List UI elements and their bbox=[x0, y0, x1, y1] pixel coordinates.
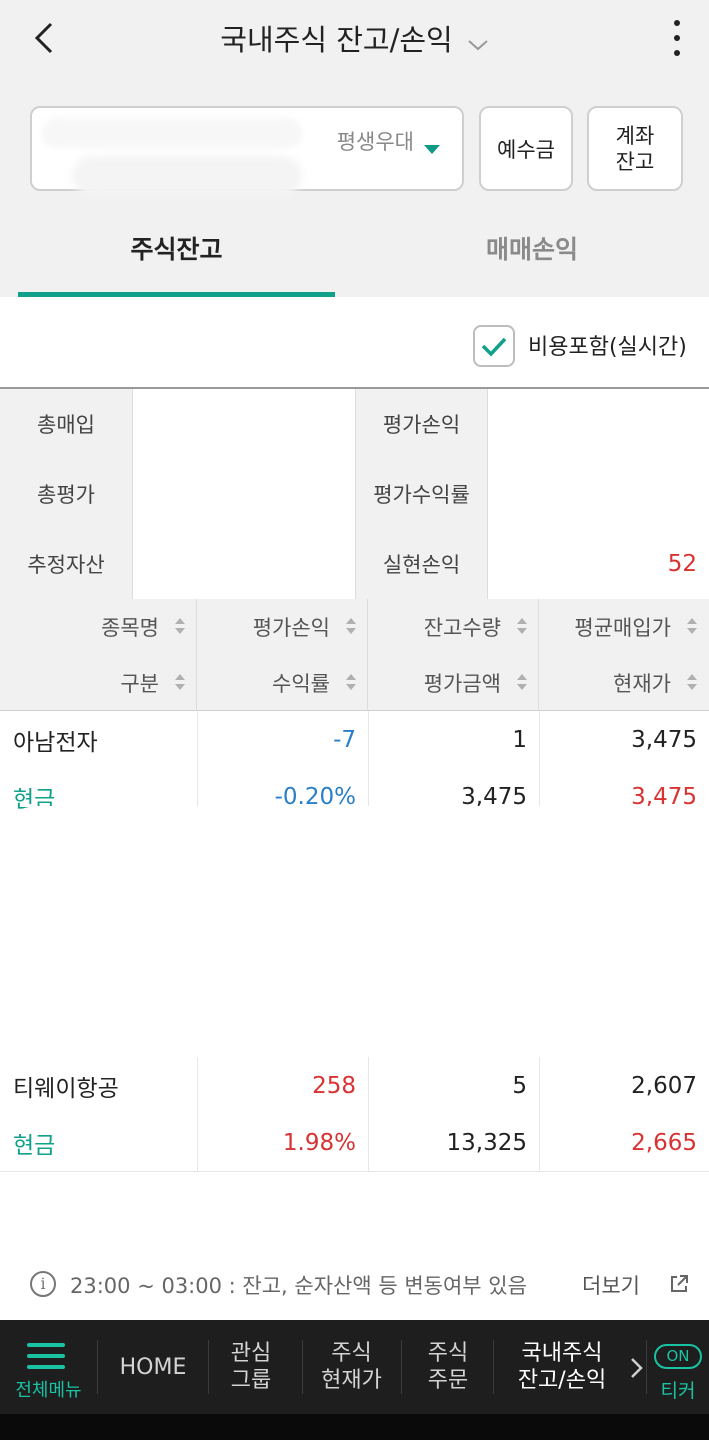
sort-eval-amount[interactable]: 평가금액 bbox=[368, 655, 539, 711]
realized-pnl-value: 52 bbox=[488, 529, 709, 599]
total-purchase-value bbox=[133, 389, 355, 459]
nav-stock-price[interactable]: 주식 현재가 bbox=[303, 1320, 400, 1414]
more-vertical-icon[interactable] bbox=[667, 20, 687, 56]
divider bbox=[646, 1340, 647, 1394]
sort-icon bbox=[687, 618, 697, 636]
ticker-on-badge[interactable]: ON bbox=[654, 1344, 702, 1369]
realized-pnl-label: 실현손익 bbox=[355, 529, 488, 599]
top-area: 국내주식 잔고/손익 평생우대 예수금 계좌 잔고 주식잔고 매매손익 bbox=[0, 0, 709, 297]
header-label: 평가금액 bbox=[423, 672, 501, 696]
sort-type[interactable]: 구분 bbox=[0, 655, 197, 711]
header-label: 잔고수량 bbox=[423, 616, 501, 640]
check-icon bbox=[481, 337, 507, 357]
header-label: 구분 bbox=[120, 672, 159, 696]
sort-icon bbox=[517, 674, 527, 692]
header-label: 종목명 bbox=[101, 616, 159, 640]
chevron-right-icon[interactable] bbox=[626, 1356, 646, 1380]
total-purchase-label: 총매입 bbox=[0, 389, 133, 459]
total-eval-label: 총평가 bbox=[0, 459, 133, 529]
eval-return-label: 평가수익률 bbox=[355, 459, 488, 529]
sort-eval-pnl[interactable]: 평가손익 bbox=[197, 599, 368, 655]
info-icon: i bbox=[30, 1271, 56, 1297]
account-type-label: 평생우대 bbox=[336, 130, 414, 154]
eval-amount: 13,325 bbox=[446, 1129, 527, 1156]
include-cost-checkbox[interactable] bbox=[473, 325, 515, 367]
stock-name: 아남전자 bbox=[13, 729, 98, 756]
all-menu-button[interactable]: 전체메뉴 bbox=[0, 1320, 97, 1414]
nav-watch-group[interactable]: 관심 그룹 bbox=[209, 1320, 293, 1414]
sort-icon bbox=[346, 674, 356, 692]
summary-row: 총매입 평가손익 bbox=[0, 389, 709, 459]
dropdown-triangle-icon bbox=[424, 145, 440, 154]
header-label: 현재가 bbox=[613, 672, 671, 696]
nav-stock-order[interactable]: 주식 주문 bbox=[402, 1320, 494, 1414]
nav-domestic-balance[interactable]: 국내주식 잔고/손익 bbox=[494, 1320, 630, 1414]
more-link[interactable]: 더보기 bbox=[582, 1270, 640, 1300]
account-selector[interactable]: 평생우대 bbox=[30, 106, 464, 196]
account-balance-button[interactable]: 계좌 잔고 bbox=[587, 106, 683, 191]
summary-row: 추정자산 실현손익 52 bbox=[0, 529, 709, 599]
summary-row: 총평가 평가수익률 bbox=[0, 459, 709, 529]
bottom-nav: 전체메뉴 HOME 관심 그룹 주식 현재가 주식 주문 국내주식 잔고/손익 … bbox=[0, 1320, 709, 1414]
avg-price: 2,607 bbox=[631, 1072, 697, 1099]
summary-table: 총매입 평가손익 총평가 평가수익률 추정자산 실현손익 52 bbox=[0, 389, 709, 599]
estimated-assets-label: 추정자산 bbox=[0, 529, 133, 599]
quantity: 5 bbox=[512, 1072, 527, 1099]
current-price: 2,665 bbox=[631, 1129, 697, 1156]
tab-stock-balance[interactable]: 주식잔고 bbox=[18, 230, 335, 266]
all-menu-label: 전체메뉴 bbox=[15, 1380, 82, 1401]
sort-icon bbox=[175, 674, 185, 692]
return-rate: 1.98% bbox=[282, 1129, 356, 1156]
tab-trade-pnl[interactable]: 매매손익 bbox=[355, 230, 709, 266]
options-row: 비용포함(실시간) bbox=[0, 297, 709, 389]
eval-pnl-value bbox=[488, 389, 709, 459]
eval-pnl-label: 평가손익 bbox=[355, 389, 488, 459]
chevron-down-icon bbox=[467, 25, 489, 59]
stock-type: 현금 bbox=[13, 1132, 56, 1159]
quantity: 1 bbox=[512, 726, 527, 753]
redacted-rows bbox=[0, 806, 709, 1056]
sort-quantity[interactable]: 잔고수량 bbox=[368, 599, 539, 655]
nav-home[interactable]: HOME bbox=[98, 1320, 208, 1414]
page-title[interactable]: 국내주식 잔고/손익 bbox=[0, 17, 709, 59]
header-label: 평균매입가 bbox=[574, 616, 671, 640]
eval-pnl: 258 bbox=[312, 1072, 356, 1099]
notice-text: 23:00 ~ 03:00 : 잔고, 순자산액 등 변동여부 있음 bbox=[70, 1274, 527, 1298]
sort-icon bbox=[346, 618, 356, 636]
sort-icon bbox=[687, 674, 697, 692]
sort-return-rate[interactable]: 수익률 bbox=[197, 655, 368, 711]
sort-icon bbox=[517, 618, 527, 636]
eval-return-value bbox=[488, 459, 709, 529]
stock-name: 티웨이항공 bbox=[13, 1075, 119, 1102]
deposit-button[interactable]: 예수금 bbox=[479, 106, 573, 191]
page-title-text: 국내주식 잔고/손익 bbox=[220, 23, 453, 57]
sort-stock-name[interactable]: 종목명 bbox=[0, 599, 197, 655]
redacted-row bbox=[0, 1184, 709, 1250]
system-bar bbox=[0, 1414, 709, 1440]
masked-account-owner bbox=[72, 156, 302, 196]
sort-current-price[interactable]: 현재가 bbox=[539, 655, 709, 711]
ticker-label[interactable]: 티커 bbox=[654, 1376, 702, 1403]
header-label: 수익률 bbox=[272, 672, 330, 696]
hamburger-icon bbox=[27, 1343, 65, 1369]
external-link-icon[interactable] bbox=[667, 1272, 691, 1296]
account-balance-label: 계좌 잔고 bbox=[615, 123, 655, 174]
header-label: 평가손익 bbox=[252, 616, 330, 640]
eval-pnl: -7 bbox=[333, 726, 356, 753]
avg-price: 3,475 bbox=[631, 726, 697, 753]
table-row[interactable]: 티웨이항공 현금 258 1.98% 5 13,325 2,607 2,665 bbox=[0, 1057, 709, 1172]
sort-avg-price[interactable]: 평균매입가 bbox=[539, 599, 709, 655]
notice-bar: i 23:00 ~ 03:00 : 잔고, 순자산액 등 변동여부 있음 더보기 bbox=[0, 1248, 709, 1320]
total-eval-value bbox=[133, 459, 355, 529]
estimated-assets-value bbox=[133, 529, 355, 599]
include-cost-label[interactable]: 비용포함(실시간) bbox=[528, 329, 687, 361]
holdings-table-header: 종목명 평가손익 잔고수량 평균매입가 구분 수익률 평가금액 현재가 bbox=[0, 599, 709, 711]
masked-account-number bbox=[42, 118, 302, 148]
sort-icon bbox=[175, 618, 185, 636]
